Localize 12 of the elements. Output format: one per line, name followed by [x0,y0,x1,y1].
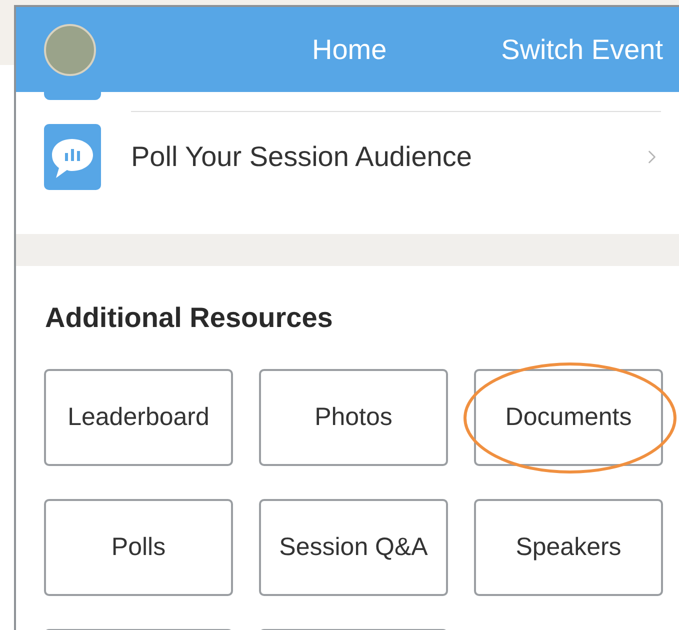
resource-button[interactable]: Session Q&A [259,499,448,596]
resource-button[interactable]: Photos [259,369,448,466]
resource-button[interactable]: Speakers [474,499,663,596]
resource-button[interactable]: Polls [44,499,233,596]
header-title: Home [312,32,387,66]
speech-bubble-chart-icon [44,124,101,190]
section-heading: Additional Resources [45,302,334,334]
poll-menu-row[interactable]: Poll Your Session Audience [16,124,679,190]
avatar[interactable] [44,24,96,76]
menu-row-label: Poll Your Session Audience [131,140,472,174]
resource-button[interactable]: Documents [474,369,663,466]
resource-button[interactable]: Leaderboard [44,369,233,466]
